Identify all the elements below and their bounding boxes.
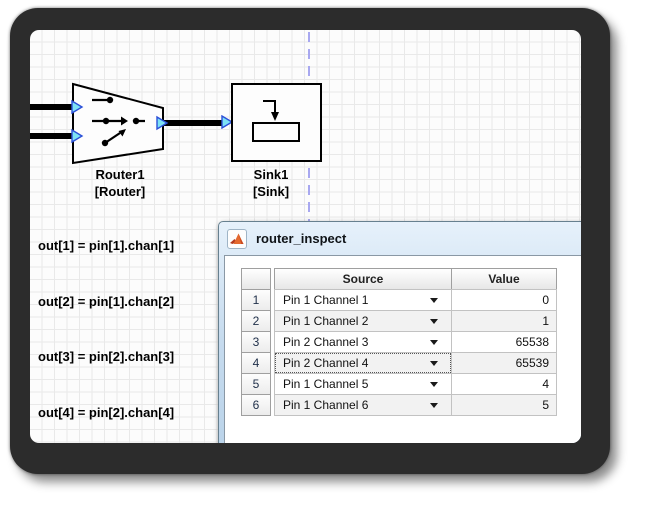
row-number-4[interactable]: 4	[241, 352, 271, 374]
source-text: Pin 1 Channel 6	[283, 398, 368, 412]
table-row: Pin 2 Channel 4 65539	[274, 352, 557, 374]
router-class: [Router]	[58, 183, 182, 200]
router-name: Router1	[58, 166, 182, 183]
value-cell-6[interactable]: 5	[451, 394, 557, 416]
value-cell-3[interactable]: 65538	[451, 331, 557, 353]
screenshot: Router1 [Router] Sink1 [Sink] out[1] = p…	[0, 0, 645, 506]
row-number-column: 1 2 3 4 5 6	[241, 268, 271, 416]
dropdown-caret-icon[interactable]	[430, 403, 438, 408]
table-header-row: Source Value	[274, 268, 557, 290]
table-row: Pin 1 Channel 6 5	[274, 394, 557, 416]
value-cell-2[interactable]: 1	[451, 310, 557, 332]
picture-frame: Router1 [Router] Sink1 [Sink] out[1] = p…	[10, 8, 610, 474]
window-titlebar[interactable]: router_inspect	[219, 222, 581, 255]
annotation-line: out[4] = pin[2].chan[4]	[38, 404, 174, 423]
dropdown-caret-icon[interactable]	[430, 298, 438, 303]
value-cell-5[interactable]: 4	[451, 373, 557, 395]
source-cell-3[interactable]: Pin 2 Channel 3	[274, 331, 452, 353]
row-number-3[interactable]: 3	[241, 331, 271, 353]
annotation-line: out[3] = pin[2].chan[3]	[38, 348, 174, 367]
window-title: router_inspect	[256, 231, 346, 246]
annotation-line: out[1] = pin[1].chan[1]	[38, 237, 174, 256]
routing-annotation: out[1] = pin[1].chan[1] out[2] = pin[1].…	[38, 200, 174, 443]
corner-header-cell	[241, 268, 271, 290]
sink-class: [Sink]	[219, 183, 323, 200]
source-cell-5[interactable]: Pin 1 Channel 5	[274, 373, 452, 395]
table-main-columns: Source Value Pin 1 Channel 1 0 Pin 1 Cha…	[274, 268, 557, 416]
source-text: Pin 1 Channel 2	[283, 314, 368, 328]
row-number-1[interactable]: 1	[241, 289, 271, 311]
source-text: Pin 1 Channel 1	[283, 293, 368, 307]
annotation-line: out[2] = pin[1].chan[2]	[38, 293, 174, 312]
sink-block[interactable]	[231, 83, 323, 163]
source-cell-4[interactable]: Pin 2 Channel 4	[274, 352, 452, 374]
router-inspect-window[interactable]: router_inspect 1 2 3 4 5 6	[218, 221, 581, 443]
source-column-header[interactable]: Source	[274, 268, 452, 290]
router-block[interactable]	[68, 80, 172, 168]
table-row: Pin 1 Channel 5 4	[274, 373, 557, 395]
source-value-table: 1 2 3 4 5 6 Source Value	[241, 268, 557, 416]
dropdown-caret-icon[interactable]	[430, 340, 438, 345]
source-cell-6[interactable]: Pin 1 Channel 6	[274, 394, 452, 416]
sink-name: Sink1	[219, 166, 323, 183]
router-block-label: Router1 [Router]	[58, 166, 182, 200]
source-cell-2[interactable]: Pin 1 Channel 2	[274, 310, 452, 332]
dropdown-caret-icon[interactable]	[430, 361, 438, 366]
row-number-6[interactable]: 6	[241, 394, 271, 416]
sink-block-label: Sink1 [Sink]	[219, 166, 323, 200]
table-row: Pin 1 Channel 2 1	[274, 310, 557, 332]
value-column-header[interactable]: Value	[451, 268, 557, 290]
window-body: 1 2 3 4 5 6 Source Value	[224, 255, 581, 443]
value-cell-4[interactable]: 65539	[451, 352, 557, 374]
source-text: Pin 2 Channel 4	[283, 356, 368, 370]
dropdown-caret-icon[interactable]	[430, 382, 438, 387]
model-canvas[interactable]: Router1 [Router] Sink1 [Sink] out[1] = p…	[30, 30, 581, 443]
value-cell-1[interactable]: 0	[451, 289, 557, 311]
source-text: Pin 1 Channel 5	[283, 377, 368, 391]
row-number-2[interactable]: 2	[241, 310, 271, 332]
router-trapezoid[interactable]	[73, 84, 163, 163]
table-row: Pin 2 Channel 3 65538	[274, 331, 557, 353]
table-row: Pin 1 Channel 1 0	[274, 289, 557, 311]
dropdown-caret-icon[interactable]	[430, 319, 438, 324]
source-cell-1[interactable]: Pin 1 Channel 1	[274, 289, 452, 311]
matlab-logo-icon	[227, 229, 247, 249]
source-text: Pin 2 Channel 3	[283, 335, 368, 349]
row-number-5[interactable]: 5	[241, 373, 271, 395]
